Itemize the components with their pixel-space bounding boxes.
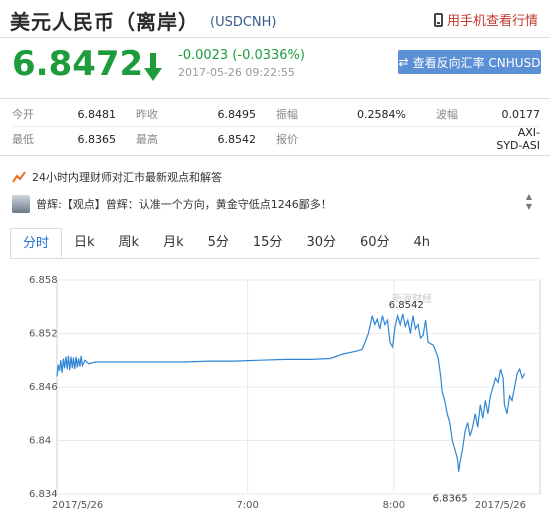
y-tick-label: 6.846 xyxy=(29,382,58,393)
y-axis: 6.858 6.852 6.846 6.84 6.834 xyxy=(29,275,58,500)
advisor-news-link[interactable]: 24小时内理财师对汇市最新观点和解答 xyxy=(12,169,222,185)
stat-value: AXI-SYD-ASI xyxy=(496,126,540,152)
stat-label xyxy=(406,126,496,152)
stat-value: 6.8542 xyxy=(217,132,257,146)
reverse-rate-button[interactable]: ⇄ 查看反向汇率 CNHUSD xyxy=(398,50,541,74)
stat-value: 6.8365 xyxy=(77,132,117,146)
mobile-view-link[interactable]: 用手机查看行情 xyxy=(433,10,538,29)
tab-30min[interactable]: 30分 xyxy=(294,228,348,258)
tab-weekly[interactable]: 周k xyxy=(107,228,152,258)
current-price: 6.8472 xyxy=(12,44,144,84)
avatar xyxy=(12,195,30,213)
x-tick-label: 2017/5/26 xyxy=(475,500,526,511)
stat-label: 波幅 xyxy=(436,108,458,121)
price-line xyxy=(56,313,526,472)
y-tick-label: 6.834 xyxy=(29,489,58,500)
low-label: 6.8365 xyxy=(433,494,468,505)
tab-timeshare[interactable]: 分时 xyxy=(10,228,63,258)
news-item[interactable]: 曾辉:【观点】曾辉：认准一个方向，黄金守低点1246鄙多！ xyxy=(12,195,332,213)
tab-monthly[interactable]: 月k xyxy=(151,228,196,258)
stats-bottom-divider xyxy=(0,155,550,156)
scroll-down-icon[interactable]: ▼ xyxy=(526,202,532,212)
high-label: 6.8542 xyxy=(389,300,424,311)
stats-row: 今开 6.8481 昨收 6.8495 振幅 0.2584% 波幅 0.0177 xyxy=(12,102,540,126)
tab-4h[interactable]: 4h xyxy=(402,228,443,258)
tab-60min[interactable]: 60分 xyxy=(348,228,402,258)
quote-time: 2017-05-26 09:22:55 xyxy=(178,66,295,79)
chart-tabs: 分时 日k 周k 月k 5分 15分 30分 60分 4h xyxy=(10,228,540,259)
x-tick-label: 2017/5/26 xyxy=(52,500,103,511)
stat-value: 0.0177 xyxy=(501,107,541,121)
stat-label: 振幅 xyxy=(276,108,298,121)
y-tick-label: 6.852 xyxy=(29,329,58,340)
swap-icon: ⇄ xyxy=(398,55,409,69)
header-divider xyxy=(0,37,550,38)
mobile-view-label: 用手机查看行情 xyxy=(446,14,538,29)
scroll-up-icon[interactable]: ▲ xyxy=(526,192,532,202)
tab-15min[interactable]: 15分 xyxy=(241,228,295,258)
stats-row-divider xyxy=(12,126,540,127)
stat-label: 最高 xyxy=(136,133,158,146)
stat-label: 报价 xyxy=(276,133,298,146)
reverse-rate-label: 查看反向汇率 CNHUSD xyxy=(412,55,541,70)
price-change: -0.0023 (-0.0336%) xyxy=(178,48,305,63)
stat-value: 6.8495 xyxy=(217,107,257,121)
x-tick-label: 7:00 xyxy=(236,500,258,511)
y-tick-label: 6.858 xyxy=(29,275,58,286)
tab-5min[interactable]: 5分 xyxy=(196,228,241,258)
intraday-chart: 新浪财经 6.8542 6.8365 6.8586.8526.8466.846.… xyxy=(29,275,541,511)
stats-row: 最低 6.8365 最高 6.8542 报价 AXI-SYD-ASI xyxy=(12,126,540,152)
stat-value: 0.2584% xyxy=(357,107,406,121)
stat-label: 昨收 xyxy=(136,108,158,121)
advisor-news-label: 24小时内理财师对汇市最新观点和解答 xyxy=(32,171,222,184)
chart-grid xyxy=(56,279,541,495)
stat-value xyxy=(346,126,406,152)
stat-label: 最低 xyxy=(12,133,34,146)
news-scroll-arrows[interactable]: ▲ ▼ xyxy=(526,192,532,212)
stat-label: 今开 xyxy=(12,108,34,121)
news-item-text: 曾辉:【观点】曾辉：认准一个方向，黄金守低点1246鄙多！ xyxy=(36,198,332,211)
y-tick-label: 6.84 xyxy=(29,436,51,447)
down-arrow-icon xyxy=(144,53,162,81)
trend-icon xyxy=(12,171,26,183)
phone-icon xyxy=(433,12,443,27)
stats-table: 今开 6.8481 昨收 6.8495 振幅 0.2584% 波幅 0.0177… xyxy=(12,102,540,153)
stats-top-divider xyxy=(0,98,550,99)
tab-daily[interactable]: 日k xyxy=(62,228,107,258)
page-title: 美元人民币（离岸） xyxy=(10,10,199,34)
currency-code: (USDCNH) xyxy=(210,15,277,30)
x-tick-label: 8:00 xyxy=(383,500,405,511)
stat-value: 6.8481 xyxy=(77,107,117,121)
